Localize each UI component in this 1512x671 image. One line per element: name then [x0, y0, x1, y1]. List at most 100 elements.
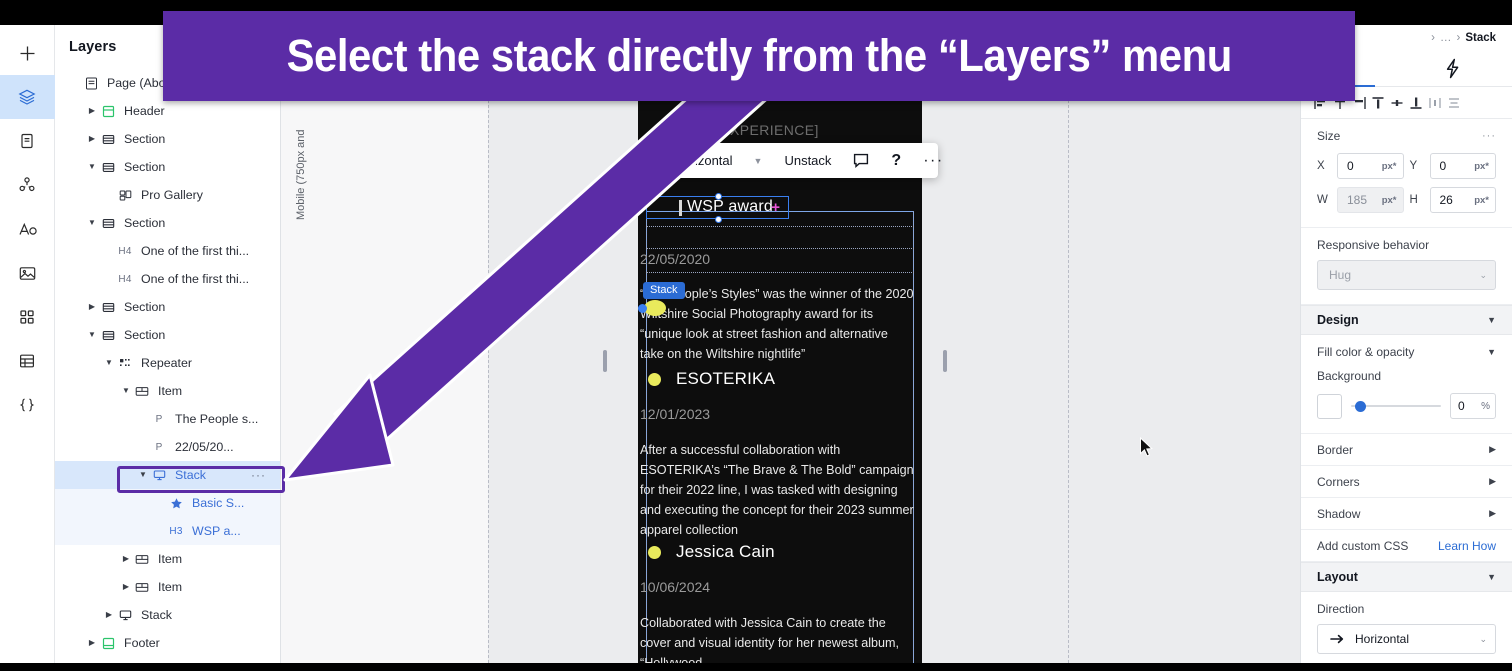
selection-badge: Stack: [643, 282, 685, 299]
layer-type-tag: H3: [169, 525, 183, 537]
layers-tree[interactable]: Page (About) ▶ Header ▶ Section ▼ Section Pro G…: [55, 69, 280, 657]
layer-row-section[interactable]: ▼ Section: [55, 321, 280, 349]
layer-row-wsp-a[interactable]: H3 WSP a...: [55, 517, 280, 545]
media-icon[interactable]: [0, 251, 55, 295]
unstack-button[interactable]: Unstack: [773, 143, 842, 178]
align-bottom-icon[interactable]: [1408, 95, 1424, 111]
learn-how-link[interactable]: Learn How: [1438, 539, 1496, 553]
resize-handle-bottom[interactable]: [715, 215, 722, 223]
layer-row-one-of-the-first-thi[interactable]: H4 One of the first thi...: [55, 237, 280, 265]
chevron-down-icon[interactable]: ▼: [120, 387, 132, 395]
chevron-right-icon[interactable]: ▶: [103, 611, 115, 619]
canvas-handle-left[interactable]: [603, 350, 607, 372]
layer-label: Section: [124, 216, 166, 230]
chevron-down-icon[interactable]: ▼: [86, 331, 98, 339]
layer-row-section[interactable]: ▼ Section: [55, 209, 280, 237]
opacity-value: 0: [1458, 399, 1465, 413]
layer-row-item[interactable]: ▶ Item: [55, 573, 280, 601]
chevron-down-icon[interactable]: ▼: [137, 471, 149, 479]
responsive-behavior-select[interactable]: Hug ⌄: [1317, 260, 1496, 290]
layer-row-item[interactable]: ▶ Item: [55, 545, 280, 573]
shadow-row[interactable]: Shadow ▶: [1301, 498, 1512, 530]
layer-row-pro-gallery[interactable]: Pro Gallery: [55, 181, 280, 209]
layer-row-item[interactable]: ▼ Item: [55, 377, 280, 405]
layer-row-stack[interactable]: ▼ Stack ···: [55, 461, 280, 489]
border-row[interactable]: Border ▶: [1301, 434, 1512, 466]
layer-row-repeater[interactable]: ▼ Repeater: [55, 349, 280, 377]
layer-row-one-of-the-first-thi[interactable]: H4 One of the first thi...: [55, 265, 280, 293]
chevron-down-icon[interactable]: ▼: [103, 359, 115, 367]
breadcrumb-ellipsis[interactable]: …: [1440, 32, 1452, 44]
custom-css-row[interactable]: Add custom CSS Learn How: [1301, 530, 1512, 562]
comment-icon[interactable]: [842, 143, 880, 178]
corners-row[interactable]: Corners ▶: [1301, 466, 1512, 498]
resize-handle-top[interactable]: [715, 192, 722, 200]
chevron-right-icon: ▶: [1489, 444, 1496, 454]
layer-row-basic-s[interactable]: Basic S...: [55, 489, 280, 517]
element-floating-toolbar[interactable]: Horizontal ▼ Unstack ? ···: [641, 143, 942, 178]
add-icon[interactable]: [0, 31, 55, 75]
chevron-right-icon[interactable]: ▶: [120, 583, 132, 591]
chevron-right-icon[interactable]: ▶: [86, 639, 98, 647]
distribute-vertical-icon[interactable]: [1446, 95, 1462, 111]
layer-row-stack[interactable]: ▶ Stack: [55, 601, 280, 629]
opacity-slider[interactable]: [1351, 394, 1441, 419]
interactions-bolt-icon[interactable]: [1443, 58, 1462, 82]
entry-2-title: ESOTERIKA: [676, 369, 776, 388]
design-section-header[interactable]: Design ▼: [1301, 305, 1512, 335]
add-element-plus-icon[interactable]: +: [771, 199, 780, 216]
opacity-slider-knob[interactable]: [1355, 400, 1366, 412]
layer-row-footer[interactable]: ▶ Footer: [55, 629, 280, 657]
sections-icon[interactable]: [0, 295, 55, 339]
layer-row-section[interactable]: ▶ Section: [55, 293, 280, 321]
y-input[interactable]: 0 px*: [1429, 153, 1496, 179]
layer-overflow-icon[interactable]: ···: [251, 468, 266, 482]
size-overflow-icon[interactable]: ···: [1482, 130, 1496, 142]
chevron-down-icon[interactable]: ▼: [1487, 347, 1496, 357]
editor-canvas[interactable]: Mobile (750px and [EXPERIENCE] Stack WSP…: [281, 25, 1300, 663]
opacity-input[interactable]: 0 %: [1450, 393, 1496, 419]
w-unit: px*: [1381, 194, 1397, 206]
more-icon[interactable]: ···: [912, 143, 954, 178]
layout-section-header[interactable]: Layout ▼: [1301, 562, 1512, 592]
layer-label: Item: [158, 384, 183, 398]
layer-row-22-05-20[interactable]: P 22/05/20...: [55, 433, 280, 461]
chevron-right-icon[interactable]: ▶: [86, 135, 98, 143]
direction-select[interactable]: Horizontal ⌄: [1317, 624, 1496, 654]
database-icon[interactable]: [0, 339, 55, 383]
layer-row-section[interactable]: ▼ Section: [55, 153, 280, 181]
code-icon[interactable]: [0, 383, 55, 427]
chevron-right-icon[interactable]: ▶: [86, 303, 98, 311]
canvas-handle-right[interactable]: [943, 350, 947, 372]
selected-heading-box[interactable]: WSP award +: [646, 192, 789, 223]
layer-type-tag: H4: [118, 273, 132, 285]
background-color-swatch[interactable]: [1317, 393, 1342, 419]
section-icon: [98, 133, 118, 146]
align-middle-icon[interactable]: [1389, 95, 1405, 111]
selection-left-anchor[interactable]: [638, 304, 647, 313]
layers-icon[interactable]: [0, 75, 55, 119]
chevron-down-icon[interactable]: ▼: [86, 219, 98, 227]
section-icon: [98, 217, 118, 230]
mobile-viewport[interactable]: [EXPERIENCE] Stack WSP award + 22/05/202…: [638, 100, 922, 663]
help-icon[interactable]: ?: [880, 143, 912, 178]
width-input[interactable]: 185 px*: [1337, 187, 1404, 213]
align-top-icon[interactable]: [1370, 95, 1386, 111]
layer-row-the-people-s[interactable]: P The People s...: [55, 405, 280, 433]
layer-row-header[interactable]: ▶ Header: [55, 97, 280, 125]
x-input[interactable]: 0 px*: [1337, 153, 1404, 179]
layer-label: Item: [158, 552, 183, 566]
mouse-cursor: [1140, 437, 1153, 457]
height-input[interactable]: 26 px*: [1429, 187, 1496, 213]
chevron-right-icon[interactable]: ▶: [86, 107, 98, 115]
pages-icon[interactable]: [0, 119, 55, 163]
distribute-horizontal-icon[interactable]: [1427, 95, 1443, 111]
apps-icon[interactable]: [0, 163, 55, 207]
breadcrumb-sep-1: ›: [1431, 32, 1435, 44]
stack-direction-selector[interactable]: Horizontal ▼: [641, 143, 773, 178]
layer-row-section[interactable]: ▶ Section: [55, 125, 280, 153]
chevron-right-icon[interactable]: ▶: [120, 555, 132, 563]
entry-3-date: 10/06/2024: [640, 579, 711, 595]
text-icon[interactable]: [0, 207, 55, 251]
chevron-down-icon[interactable]: ▼: [86, 163, 98, 171]
